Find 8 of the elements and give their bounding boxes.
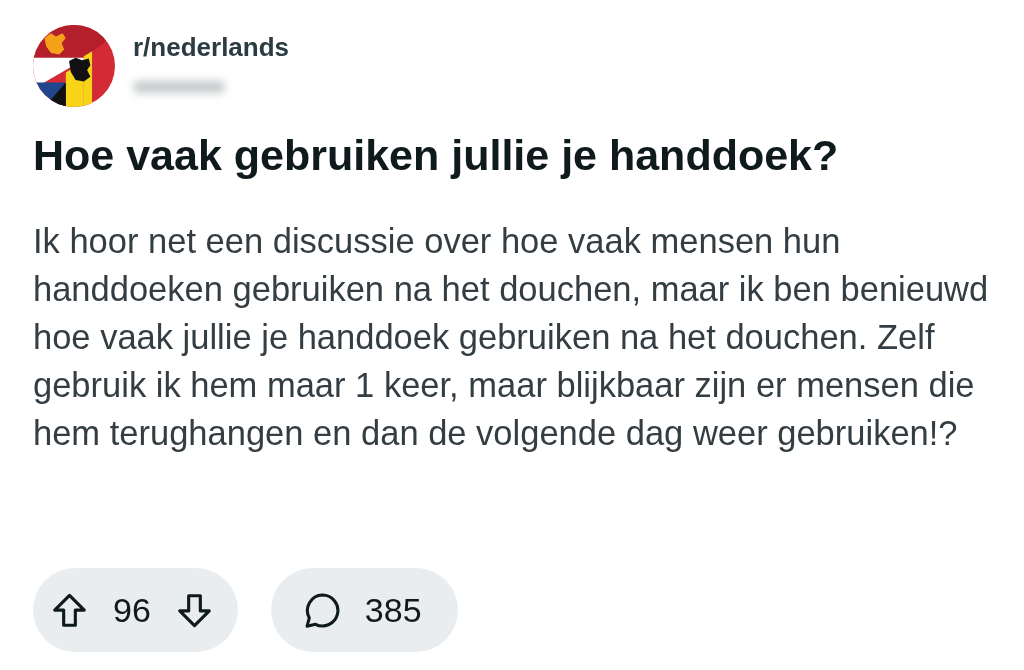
community-name[interactable]: r/nederlands: [133, 31, 290, 63]
upvote-icon[interactable]: [52, 592, 87, 628]
post-body: Ik hoor net een discussie over hoe vaak mensen hun handdoeken gebruiken na het douchen, maar ik ben benieuwd hoe vaak jullie je handdoek gebruiken na het douchen. Zelf gebruik ik hem maar 1 keer, maar blijkbaar zijn er mensen die hem terughangen en dan de volgende dag weer gebruiken!?: [33, 221, 990, 454]
vote-count: 96: [113, 590, 151, 630]
post-title: Hoe vaak gebruiken jullie je handdoek?: [33, 130, 839, 180]
speech-bubble-icon: [304, 592, 340, 628]
downvote-icon[interactable]: [176, 592, 212, 628]
comments-button[interactable]: 385: [270, 568, 458, 652]
